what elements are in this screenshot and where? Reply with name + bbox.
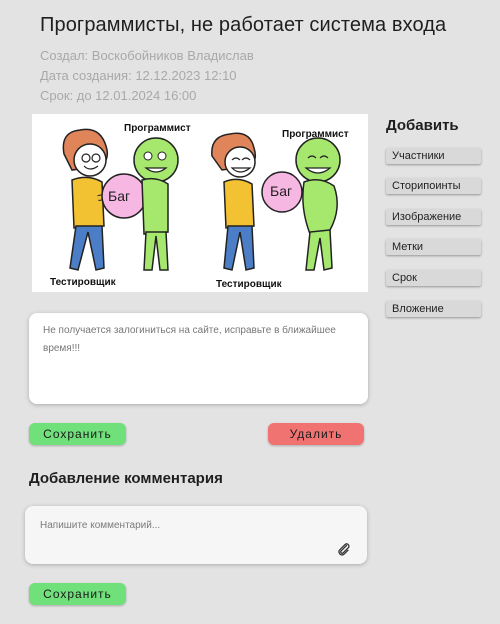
comment-input[interactable] — [40, 520, 320, 531]
comment-section-title: Добавление комментария — [29, 470, 223, 487]
add-storypoints-button[interactable]: Сторипоинты — [386, 178, 481, 194]
save-button[interactable]: Сохранить — [29, 423, 126, 445]
right-tester-label: Тестировщик — [216, 279, 283, 290]
add-deadline-button[interactable]: Срок — [386, 270, 481, 286]
comic-illustration: Программист Тестировщик Баг Программист … — [50, 123, 349, 290]
deadline-text: Срок: до 12.01.2024 16:00 — [40, 88, 197, 103]
right-panel-art — [211, 132, 341, 271]
task-image: Программист Тестировщик Баг Программист … — [32, 114, 368, 292]
paperclip-icon[interactable] — [337, 542, 351, 556]
comment-field-container — [25, 506, 367, 564]
right-programmer-label: Программист — [282, 129, 349, 140]
add-labels-button[interactable]: Метки — [386, 239, 481, 255]
add-attachment-button[interactable]: Вложение — [386, 301, 481, 317]
right-bug-ball-label: Баг — [270, 183, 292, 199]
save-comment-button[interactable]: Сохранить — [29, 583, 126, 605]
add-image-button[interactable]: Изображение — [386, 209, 481, 225]
author-text: Создал: Воскобойников Владислав — [40, 48, 254, 63]
description-field[interactable]: Не получается залогиниться на сайте, исп… — [29, 313, 368, 404]
created-date-text: Дата создания: 12.12.2023 12:10 — [40, 68, 237, 83]
add-participants-button[interactable]: Участники — [386, 148, 481, 164]
delete-button[interactable]: Удалить — [268, 423, 364, 445]
add-section-title: Добавить — [386, 117, 459, 134]
page-title: Программисты, не работает система входа — [40, 14, 447, 36]
left-bug-ball-label: Баг — [108, 188, 130, 204]
left-tester-label: Тестировщик — [50, 277, 117, 288]
left-programmer-label: Программист — [124, 123, 191, 134]
